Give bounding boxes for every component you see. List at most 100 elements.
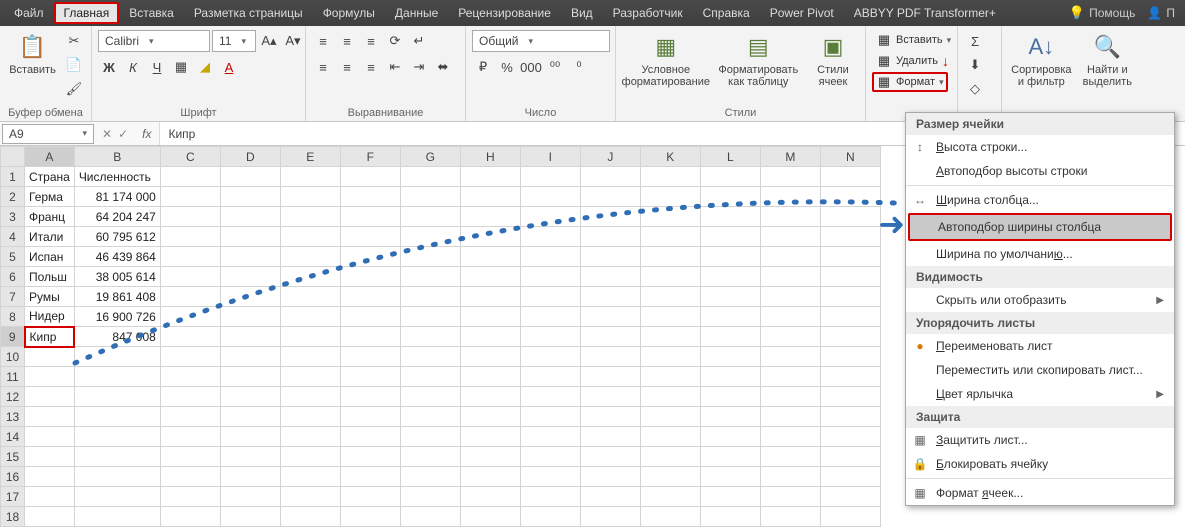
cell[interactable] — [460, 387, 520, 407]
cell[interactable] — [340, 387, 400, 407]
cell[interactable] — [220, 447, 280, 467]
cell[interactable] — [460, 307, 520, 327]
decrease-decimal-button[interactable]: ⁰ — [568, 56, 590, 78]
cell[interactable] — [640, 287, 700, 307]
cell[interactable] — [820, 287, 880, 307]
cell[interactable] — [520, 187, 580, 207]
cell[interactable] — [340, 287, 400, 307]
comma-button[interactable]: 000 — [520, 56, 542, 78]
cell[interactable] — [340, 507, 400, 527]
cell[interactable] — [820, 387, 880, 407]
cell[interactable] — [460, 187, 520, 207]
cell[interactable] — [580, 467, 640, 487]
cell[interactable] — [760, 167, 820, 187]
menu-autofit-column[interactable]: Автоподбор ширины столбца — [908, 213, 1172, 241]
row-header[interactable]: 1 — [1, 167, 25, 187]
cell[interactable] — [580, 327, 640, 347]
cell[interactable] — [580, 207, 640, 227]
cell[interactable] — [160, 287, 220, 307]
cell[interactable] — [760, 307, 820, 327]
tab-home[interactable]: Главная — [54, 2, 120, 24]
row-header[interactable]: 6 — [1, 267, 25, 287]
cell[interactable] — [700, 447, 760, 467]
cell[interactable] — [400, 387, 460, 407]
cell[interactable] — [400, 167, 460, 187]
cell[interactable]: 847 008 — [74, 327, 160, 347]
cell[interactable] — [160, 387, 220, 407]
cell[interactable] — [280, 287, 340, 307]
cell[interactable] — [400, 307, 460, 327]
col-header[interactable]: B — [74, 147, 160, 167]
col-header[interactable]: I — [520, 147, 580, 167]
cell[interactable]: Франц — [25, 207, 75, 227]
align-right-button[interactable]: ≡ — [360, 56, 382, 78]
cell[interactable] — [760, 227, 820, 247]
cell[interactable] — [760, 467, 820, 487]
tab-abbyy[interactable]: ABBYY PDF Transformer+ — [844, 2, 1006, 24]
cell[interactable] — [220, 407, 280, 427]
col-header[interactable]: C — [160, 147, 220, 167]
tab-review[interactable]: Рецензирование — [448, 2, 561, 24]
find-select-button[interactable]: 🔍Найти и выделить — [1079, 30, 1136, 90]
tab-help[interactable]: Справка — [693, 2, 760, 24]
cell[interactable] — [640, 207, 700, 227]
cell[interactable] — [700, 387, 760, 407]
tab-powerpivot[interactable]: Power Pivot — [760, 2, 844, 24]
cell[interactable] — [580, 167, 640, 187]
conditional-formatting-button[interactable]: ▦Условное форматирование — [622, 30, 710, 90]
cell[interactable] — [160, 487, 220, 507]
cell[interactable] — [820, 167, 880, 187]
tab-data[interactable]: Данные — [385, 2, 448, 24]
col-header[interactable]: D — [220, 147, 280, 167]
cell[interactable] — [340, 207, 400, 227]
cell[interactable] — [460, 347, 520, 367]
cell[interactable] — [520, 367, 580, 387]
increase-font-button[interactable]: A▴ — [258, 30, 280, 52]
cell[interactable] — [220, 487, 280, 507]
cell[interactable] — [580, 427, 640, 447]
cell[interactable] — [520, 487, 580, 507]
cell[interactable] — [640, 167, 700, 187]
format-painter-button[interactable]: 🖌 — [63, 78, 85, 100]
cell[interactable]: Итали — [25, 227, 75, 247]
cell[interactable] — [340, 407, 400, 427]
percent-button[interactable]: % — [496, 56, 518, 78]
cell[interactable] — [160, 187, 220, 207]
cell[interactable] — [280, 247, 340, 267]
cell[interactable] — [580, 407, 640, 427]
cell[interactable] — [460, 247, 520, 267]
cell[interactable] — [640, 427, 700, 447]
tab-view[interactable]: Вид — [561, 2, 603, 24]
cell[interactable] — [25, 347, 75, 367]
cell[interactable] — [820, 187, 880, 207]
cells-insert-button[interactable]: ▦Вставить▾ — [872, 30, 955, 50]
row-header[interactable]: 18 — [1, 507, 25, 527]
cell[interactable] — [340, 447, 400, 467]
cell[interactable] — [520, 447, 580, 467]
cell[interactable] — [640, 307, 700, 327]
cell[interactable] — [640, 247, 700, 267]
cell[interactable] — [760, 327, 820, 347]
cell[interactable] — [640, 227, 700, 247]
cell[interactable]: Кипр — [25, 327, 75, 347]
cell[interactable] — [820, 247, 880, 267]
cell[interactable] — [280, 507, 340, 527]
cell[interactable] — [700, 167, 760, 187]
cell[interactable] — [520, 307, 580, 327]
cell[interactable] — [700, 347, 760, 367]
cell[interactable] — [74, 427, 160, 447]
cell[interactable] — [220, 327, 280, 347]
increase-decimal-button[interactable]: ⁰⁰ — [544, 56, 566, 78]
fx-button[interactable]: fx — [134, 127, 159, 141]
cell[interactable]: Румы — [25, 287, 75, 307]
cell[interactable] — [820, 307, 880, 327]
menu-lock-cell[interactable]: 🔒Блокировать ячейку — [906, 452, 1174, 476]
cell[interactable] — [25, 407, 75, 427]
cell[interactable] — [340, 187, 400, 207]
cell[interactable] — [340, 427, 400, 447]
cell[interactable] — [160, 327, 220, 347]
cell[interactable] — [460, 267, 520, 287]
cell[interactable]: 38 005 614 — [74, 267, 160, 287]
cell[interactable] — [640, 467, 700, 487]
cell[interactable] — [640, 327, 700, 347]
